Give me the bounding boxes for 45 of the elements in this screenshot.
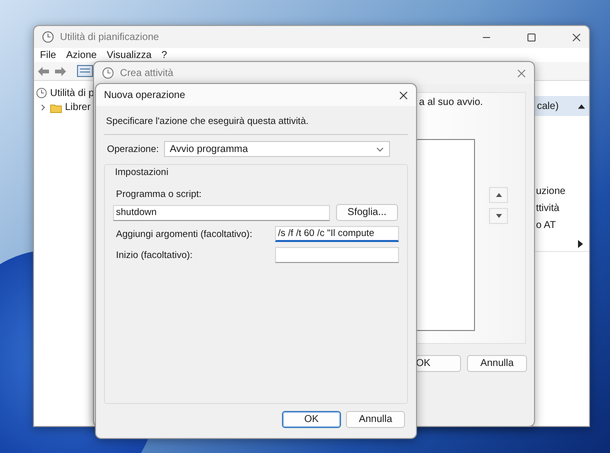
instruction-text: Specificare l'azione che eseguirà questa attività. bbox=[105, 115, 310, 127]
tree-item[interactable]: Librer bbox=[65, 102, 91, 113]
window-title: Utilità di pianificazione bbox=[60, 32, 159, 42]
dialog-button[interactable]: OK bbox=[282, 411, 341, 428]
start-in-input[interactable] bbox=[275, 247, 399, 263]
actions-header[interactable]: cale) bbox=[535, 96, 589, 116]
close-icon[interactable] bbox=[399, 90, 408, 100]
clock-icon bbox=[42, 31, 54, 43]
dialog-title: Nuova operazione bbox=[104, 90, 186, 100]
field-label: Operazione: bbox=[107, 144, 159, 154]
folder-icon bbox=[50, 102, 62, 112]
description-text: a al suo avvio. bbox=[419, 97, 483, 108]
operation-dropdown[interactable]: Avvio programma bbox=[164, 141, 390, 157]
move-up-button[interactable] bbox=[489, 187, 508, 203]
move-down-button[interactable] bbox=[489, 208, 508, 224]
dialog-button[interactable]: Annulla bbox=[467, 355, 527, 372]
program-input[interactable]: shutdown bbox=[113, 204, 330, 220]
clock-icon bbox=[102, 67, 114, 79]
action-item[interactable]: ttività bbox=[535, 203, 589, 217]
browse-button[interactable]: Sfoglia... bbox=[336, 204, 398, 221]
down-triangle-icon bbox=[496, 214, 502, 218]
submenu-arrow-icon[interactable] bbox=[578, 240, 583, 248]
maximize-icon[interactable] bbox=[527, 32, 536, 42]
menu-item[interactable]: Visualizza bbox=[106, 50, 152, 60]
window-title: Crea attività bbox=[120, 68, 174, 78]
dialog-button[interactable]: Annulla bbox=[346, 411, 405, 428]
menu-item[interactable]: ? bbox=[162, 50, 168, 60]
console-icon[interactable] bbox=[77, 65, 93, 77]
arguments-input[interactable]: /s /f /t 60 /c "Il compute bbox=[275, 226, 399, 242]
field-label: Inizio (facoltativo): bbox=[116, 250, 193, 260]
action-item[interactable]: uzione bbox=[535, 186, 589, 200]
chevron-icon[interactable] bbox=[40, 104, 47, 111]
collapse-triangle-icon bbox=[578, 104, 585, 108]
field-label: Aggiungi argomenti (facoltativo): bbox=[116, 228, 252, 240]
action-item[interactable]: o AT bbox=[535, 220, 589, 234]
chevron-down-icon bbox=[376, 146, 384, 152]
field-label: Programma o script: bbox=[116, 189, 203, 200]
clock-icon bbox=[36, 87, 48, 99]
forward-arrow-icon[interactable] bbox=[54, 66, 67, 76]
group-title: Impostazioni bbox=[114, 166, 170, 178]
close-icon[interactable] bbox=[572, 32, 581, 42]
menu-item[interactable]: Azione bbox=[66, 50, 97, 60]
menu-item[interactable]: File bbox=[40, 50, 56, 60]
up-triangle-icon bbox=[496, 193, 502, 197]
back-arrow-icon[interactable] bbox=[37, 66, 50, 76]
